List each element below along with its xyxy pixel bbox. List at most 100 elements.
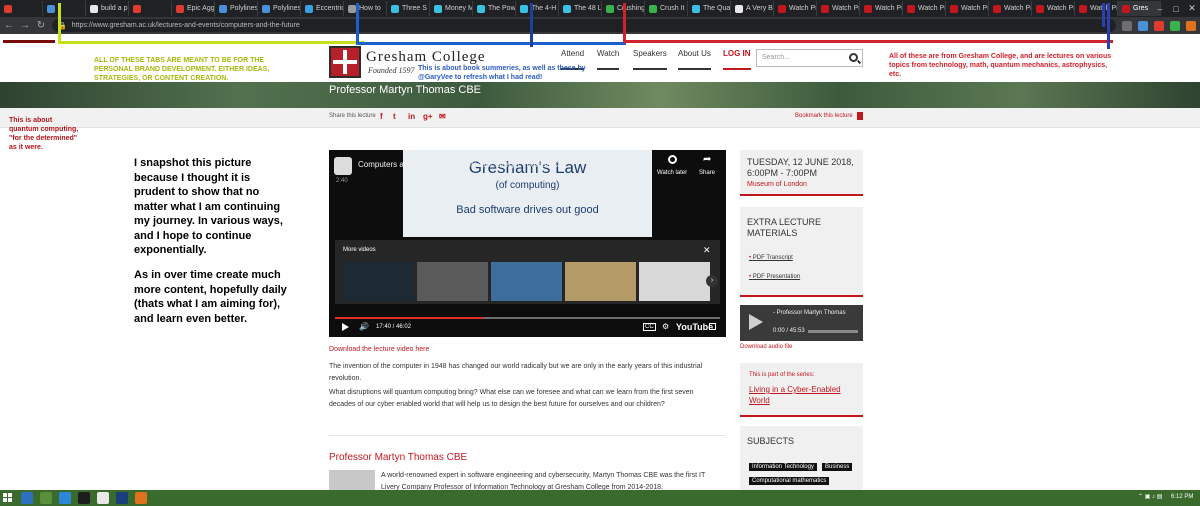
pdf-transcript-link[interactable]: PDF Transcript [749, 255, 793, 261]
extension-icon[interactable] [1122, 20, 1132, 31]
extension-icon[interactable] [1138, 20, 1148, 31]
browser-tab[interactable]: Watch Pr [946, 1, 989, 16]
browser-tab[interactable] [43, 1, 86, 16]
extension-icon[interactable] [1154, 20, 1164, 31]
twitter-icon[interactable]: t [393, 112, 396, 121]
tab-favicon-icon [4, 4, 12, 13]
event-venue[interactable]: Museum of London [747, 181, 807, 188]
browser-tab[interactable]: Watch Pr [817, 1, 860, 16]
search-input[interactable]: Search... [756, 49, 863, 67]
browser-tab[interactable]: Watch Pr [903, 1, 946, 16]
video-progress-fill [335, 317, 483, 319]
slide-subtitle: (of computing) [495, 180, 560, 191]
windows-start-icon[interactable] [3, 493, 13, 503]
browser-tab[interactable]: How to [344, 1, 387, 16]
browser-tab[interactable]: build a p [86, 1, 129, 16]
audio-progress-bar[interactable] [808, 330, 858, 333]
youtube-logo[interactable]: YouTube [676, 322, 713, 332]
nav-login[interactable]: LOG IN [723, 49, 751, 70]
browser-tab[interactable]: Watch Pr [774, 1, 817, 16]
browser-tab[interactable]: Polylines [215, 1, 258, 16]
nav-watch[interactable]: Watch [597, 49, 620, 70]
bookmark-link[interactable]: Bookmark this lecture [795, 113, 853, 119]
tab-favicon-icon [1079, 4, 1087, 13]
close-window-icon[interactable]: ✕ [1184, 0, 1200, 17]
video-thumbnail[interactable] [491, 262, 562, 301]
extension-icon[interactable] [1186, 20, 1196, 31]
series-link[interactable]: Living in a Cyber-Enabled World [749, 384, 857, 406]
bookmark-icon[interactable] [857, 112, 863, 120]
subject-tag[interactable]: Business [822, 463, 853, 471]
video-thumbnail[interactable] [343, 262, 414, 301]
captions-icon[interactable]: CC [643, 323, 656, 331]
watch-later-icon[interactable] [668, 155, 677, 164]
browser-tab[interactable]: A Very Bi [731, 1, 774, 16]
taskbar [0, 490, 1200, 506]
browser-tab[interactable] [129, 1, 172, 16]
browser-tab[interactable]: Watch Pr [860, 1, 903, 16]
browser-tab[interactable]: The 4-H [516, 1, 559, 16]
pdf-presentation-link[interactable]: PDF Presentation [749, 274, 800, 280]
share-arrow-icon[interactable]: ➦ [703, 154, 711, 165]
browser-tab[interactable]: The Qua [688, 1, 731, 16]
browser-tab[interactable]: Crush It [645, 1, 688, 16]
audio-play-icon[interactable] [749, 314, 763, 330]
search-placeholder: Search... [762, 54, 791, 61]
taskbar-app-icon[interactable] [59, 492, 71, 504]
annotation-bracket [356, 42, 626, 45]
browser-tab[interactable]: Three S [387, 1, 430, 16]
close-icon[interactable]: ✕ [703, 245, 711, 256]
download-audio-link[interactable]: Download audio file [740, 344, 792, 350]
nav-about-us[interactable]: About Us [678, 49, 711, 70]
minimize-icon[interactable]: – [1152, 0, 1168, 17]
browser-tab[interactable]: Watch Pr [1075, 1, 1118, 16]
watch-later-label[interactable]: Watch later [657, 170, 687, 176]
forward-icon[interactable]: → [20, 20, 30, 31]
google-plus-icon[interactable]: g+ [423, 112, 433, 121]
search-icon[interactable] [849, 53, 858, 62]
tab-label: Watch Pr [1047, 5, 1075, 12]
browser-tab[interactable]: The 48 L [559, 1, 602, 16]
video-thumbnail[interactable] [639, 262, 710, 301]
taskbar-clock[interactable]: 6:12 PM [1171, 494, 1193, 500]
gresham-crest-icon[interactable] [329, 46, 361, 78]
settings-icon[interactable]: ⚙ [662, 322, 669, 331]
play-icon[interactable] [342, 323, 349, 331]
video-thumbnail[interactable] [417, 262, 488, 301]
reload-icon[interactable]: ↻ [36, 20, 46, 31]
linkedin-icon[interactable]: in [408, 112, 415, 121]
download-video-link[interactable]: Download the lecture video here [329, 346, 429, 353]
taskbar-app-icon[interactable] [97, 492, 109, 504]
taskbar-app-icon[interactable] [40, 492, 52, 504]
address-bar[interactable]: 🔒 https://www.gresham.ac.uk/lectures-and… [52, 19, 1116, 32]
taskbar-app-icon[interactable] [135, 492, 147, 504]
maximize-icon[interactable]: □ [1168, 0, 1184, 17]
browser-tab[interactable]: Watch Pr [1032, 1, 1075, 16]
nav-speakers[interactable]: Speakers [633, 49, 667, 70]
subject-tag[interactable]: Information Technology [749, 463, 817, 471]
video-share-label[interactable]: Share [699, 170, 715, 176]
channel-logo-icon[interactable] [334, 157, 352, 175]
video-title[interactable]: Computers and the Future - Professor Mar… [358, 160, 569, 169]
video-thumbnail[interactable] [565, 262, 636, 301]
facebook-icon[interactable]: f [380, 112, 383, 121]
speaker-heading[interactable]: Professor Martyn Thomas CBE [329, 452, 467, 463]
next-arrow-icon[interactable]: › [706, 275, 718, 287]
subject-tag[interactable]: Computational mathematics [749, 477, 830, 485]
browser-tab[interactable]: Epic Agg [172, 1, 215, 16]
extension-icon[interactable] [1170, 20, 1180, 31]
taskbar-app-icon[interactable] [78, 492, 90, 504]
taskbar-app-icon[interactable] [21, 492, 33, 504]
system-tray-icons[interactable]: ⌃ ▣ ♪ ▤ [1138, 493, 1162, 500]
taskbar-app-icon[interactable] [116, 492, 128, 504]
volume-icon[interactable]: 🔊 [359, 322, 369, 331]
browser-tab[interactable] [0, 1, 43, 16]
browser-tab[interactable]: Watch Pr [989, 1, 1032, 16]
browser-tab[interactable]: The Pow [473, 1, 516, 16]
browser-tab[interactable]: Polylines [258, 1, 301, 16]
browser-tab[interactable]: Eccentric [301, 1, 344, 16]
browser-tab[interactable]: Money M [430, 1, 473, 16]
fullscreen-icon[interactable] [709, 323, 716, 330]
back-icon[interactable]: ← [4, 20, 14, 31]
email-icon[interactable]: ✉ [439, 112, 446, 121]
